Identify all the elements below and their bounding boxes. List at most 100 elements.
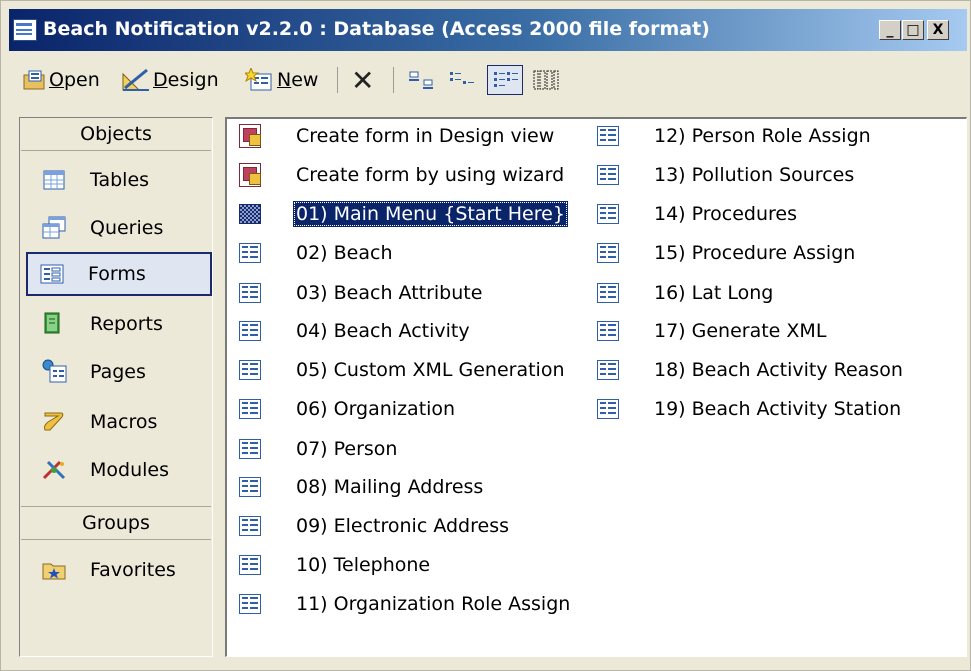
database-window: Beach Notification v2.2.0 : Database (Ac… [0,0,971,671]
form-icon [595,281,621,305]
objects-item-label: Forms [88,263,146,285]
list-item-form[interactable]: 13) Pollution Sources [595,160,857,190]
list-item-form[interactable]: 02) Beach [237,238,395,268]
form-icon [595,202,621,226]
form-icon [237,281,263,305]
list-item-form[interactable]: 06) Organization [237,394,458,424]
title-bar[interactable]: Beach Notification v2.2.0 : Database (Ac… [9,9,967,51]
form-icon [595,319,621,343]
list-item-form[interactable]: 12) Person Role Assign [595,121,874,151]
form-icon [595,397,621,421]
switchboard-form-icon [237,202,263,226]
objects-item-reports[interactable]: Reports [30,302,206,346]
form-icon [595,163,621,187]
form-icon [595,358,621,382]
create-form-design-shortcut-icon [237,124,263,148]
form-icon [237,592,263,616]
database-toolbar: Open Design New ✕ [9,57,967,103]
toolbar-separator [393,67,394,93]
list-item-create-design[interactable]: Create form in Design view [237,121,557,151]
objects-item-macros[interactable]: Macros [30,400,206,444]
new-label: ew [291,69,319,91]
list-item-form[interactable]: 17) Generate XML [595,316,829,346]
list-item-label: 05) Custom XML Generation [296,359,565,381]
close-button[interactable]: X [927,20,949,40]
list-item-form[interactable]: 08) Mailing Address [237,472,486,502]
design-button[interactable]: Design [121,65,219,95]
form-icon [237,475,263,499]
form-icon [237,241,263,265]
groups-item-favorites[interactable]: Favorites [30,548,206,592]
table-icon [40,166,68,194]
list-view-button[interactable] [487,65,523,95]
list-item-label: 11) Organization Role Assign [296,593,571,615]
list-item-label: Create form in Design view [296,125,555,147]
open-button[interactable]: Open [23,65,100,95]
delete-icon: ✕ [351,63,375,97]
list-item-form[interactable]: 14) Procedures [595,199,800,229]
open-label: pen [63,69,100,91]
database-window-icon[interactable] [13,19,37,41]
list-item-label: 07) Person [296,438,398,460]
list-item-form[interactable]: 18) Beach Activity Reason [595,355,906,385]
groups-item-label: Favorites [90,559,176,581]
objects-item-tables[interactable]: Tables [30,158,206,202]
list-item-label: 06) Organization [296,398,456,420]
forms-list[interactable]: Create form in Design view Create form b… [225,117,967,657]
list-item-label: 09) Electronic Address [296,515,509,537]
new-button[interactable]: New [245,65,318,95]
report-icon [40,310,68,338]
macro-icon [40,408,68,436]
new-label-accel: N [277,69,292,91]
list-item-form[interactable]: 09) Electronic Address [237,511,512,541]
list-item-create-wizard[interactable]: Create form by using wizard [237,160,567,190]
list-item-form[interactable]: 10) Telephone [237,550,433,580]
minimize-button[interactable]: _ [879,20,901,40]
list-item-label: 12) Person Role Assign [654,125,871,147]
query-icon [40,214,68,242]
list-item-form[interactable]: 07) Person [237,434,400,464]
list-item-label: 04) Beach Activity [296,320,470,342]
objects-item-forms[interactable]: Forms [26,252,212,296]
list-item-label: 08) Mailing Address [296,476,484,498]
list-item-form[interactable]: 16) Lat Long [595,278,776,308]
objects-item-label: Modules [90,459,169,481]
list-item-form[interactable]: 04) Beach Activity [237,316,473,346]
new-form-icon [245,68,272,91]
list-item-form[interactable]: 15) Procedure Assign [595,238,858,268]
list-item-form[interactable]: 03) Beach Attribute [237,278,485,308]
design-label: esign [167,69,219,91]
list-item-label: 13) Pollution Sources [654,164,855,186]
list-item-label: 03) Beach Attribute [296,282,483,304]
create-form-wizard-shortcut-icon [237,163,263,187]
list-item-label: 10) Telephone [296,554,431,576]
objects-item-modules[interactable]: Modules [30,448,206,492]
close-icon: X [932,22,944,38]
delete-button[interactable]: ✕ [351,63,375,97]
small-icons-button[interactable] [447,65,477,95]
form-icon [595,124,621,148]
maximize-button[interactable]: □ [902,20,924,40]
objects-item-queries[interactable]: Queries [30,206,206,250]
objects-bar: Objects Tables Queries Forms Reports Pag… [19,117,213,657]
groups-header[interactable]: Groups [21,506,211,540]
large-icons-button[interactable] [407,65,437,95]
large-icons-view-icon [409,71,433,89]
list-item-main-menu[interactable]: 01) Main Menu {Start Here} [237,199,568,229]
page-icon [40,358,68,386]
list-item-form[interactable]: 05) Custom XML Generation [237,355,568,385]
list-item-label: 02) Beach [296,242,393,264]
list-item-form[interactable]: 11) Organization Role Assign [237,589,573,619]
details-view-button[interactable] [531,65,561,95]
design-label-accel: D [153,69,168,91]
objects-header[interactable]: Objects [21,118,211,151]
form-icon [237,358,263,382]
list-item-form[interactable]: 19) Beach Activity Station [595,394,904,424]
favorites-folder-icon [40,556,68,584]
objects-item-label: Reports [90,313,163,335]
list-item-label: 01) Main Menu {Start Here} [293,201,568,227]
minimize-icon: _ [886,22,894,38]
form-icon [38,260,66,288]
list-item-label: 17) Generate XML [654,320,827,342]
objects-item-pages[interactable]: Pages [30,350,206,394]
